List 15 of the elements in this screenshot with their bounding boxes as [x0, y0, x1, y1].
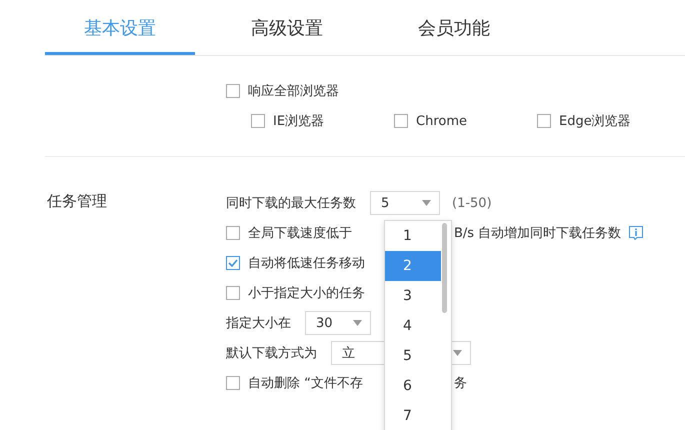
option-text: B/s 自动增加同时下载任务数	[454, 225, 622, 242]
range-hint: (1-50)	[452, 196, 492, 210]
section-title: 任务管理	[47, 191, 108, 212]
checkbox-label: 小于指定大小的任务	[248, 285, 365, 302]
checkbox-label: 自动删除 “文件不存	[248, 375, 363, 392]
field-label: 默认下载方式为	[226, 345, 317, 362]
field-label: 同时下载的最大任务数	[226, 195, 356, 212]
checkbox-label: 自动将低速任务移动	[248, 255, 365, 272]
checkbox-label: 全局下载速度低于	[248, 225, 352, 242]
checkbox-label: IE浏览器	[273, 113, 324, 130]
field-label: 指定大小在	[226, 315, 291, 332]
checkbox-label: Edge浏览器	[559, 113, 631, 130]
option-text: 务	[454, 375, 467, 392]
checkbox-label: Chrome	[416, 114, 467, 128]
checkbox-label: 响应全部浏览器	[248, 83, 339, 100]
